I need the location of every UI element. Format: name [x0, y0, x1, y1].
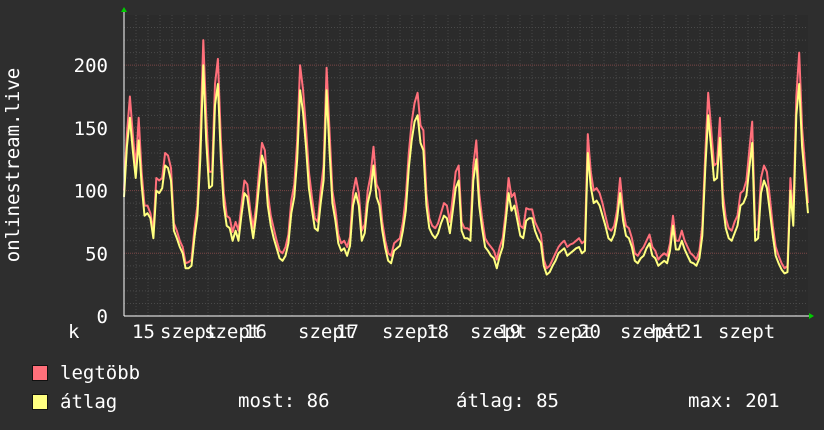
x-tick-label: 17 — [336, 321, 359, 343]
x-tick-label: 21 — [680, 321, 703, 343]
x-tick-label: 18 — [426, 321, 449, 343]
x-ticks: k 15 szeptszept16 szept17 szept18 szept19 szep… — [68, 321, 775, 343]
y-tick-label: 100 — [74, 181, 108, 203]
x-tick-label: szept — [718, 321, 775, 343]
stat-now: most: 86 — [238, 390, 330, 412]
x-tick-label: 16 — [244, 321, 267, 343]
y-ticks: 0 50 100 150 200 — [74, 55, 108, 328]
y-tick-label: 50 — [85, 243, 108, 265]
x-tick-label: 19 — [498, 321, 521, 343]
legend-label-avg: átlag — [60, 391, 118, 413]
legend-label-max: legtöbb — [60, 362, 141, 384]
legend-swatch-avg — [32, 394, 48, 410]
x-tick-label: k — [68, 321, 80, 343]
y-axis-arrow — [121, 7, 127, 12]
y-tick-label: 0 — [97, 306, 108, 328]
x-tick-label: 15 — [132, 321, 155, 343]
y-tick-label: 200 — [74, 55, 108, 77]
y-axis-label: onlinestream.live — [2, 68, 24, 262]
legend-swatch-max — [32, 365, 48, 381]
legend-item-avg: átlag — [32, 391, 117, 413]
legend-item-max: legtöbb — [32, 362, 140, 384]
stat-max: max: 201 — [688, 390, 780, 412]
stream-chart: 050100150200 k 15 szeptszept16 szept17 szept… — [2, 7, 814, 343]
x-tick-label: 20 — [578, 321, 601, 343]
x-axis-arrow — [809, 313, 814, 319]
y-tick-label: 150 — [74, 118, 108, 140]
stat-average: átlag: 85 — [456, 390, 559, 412]
